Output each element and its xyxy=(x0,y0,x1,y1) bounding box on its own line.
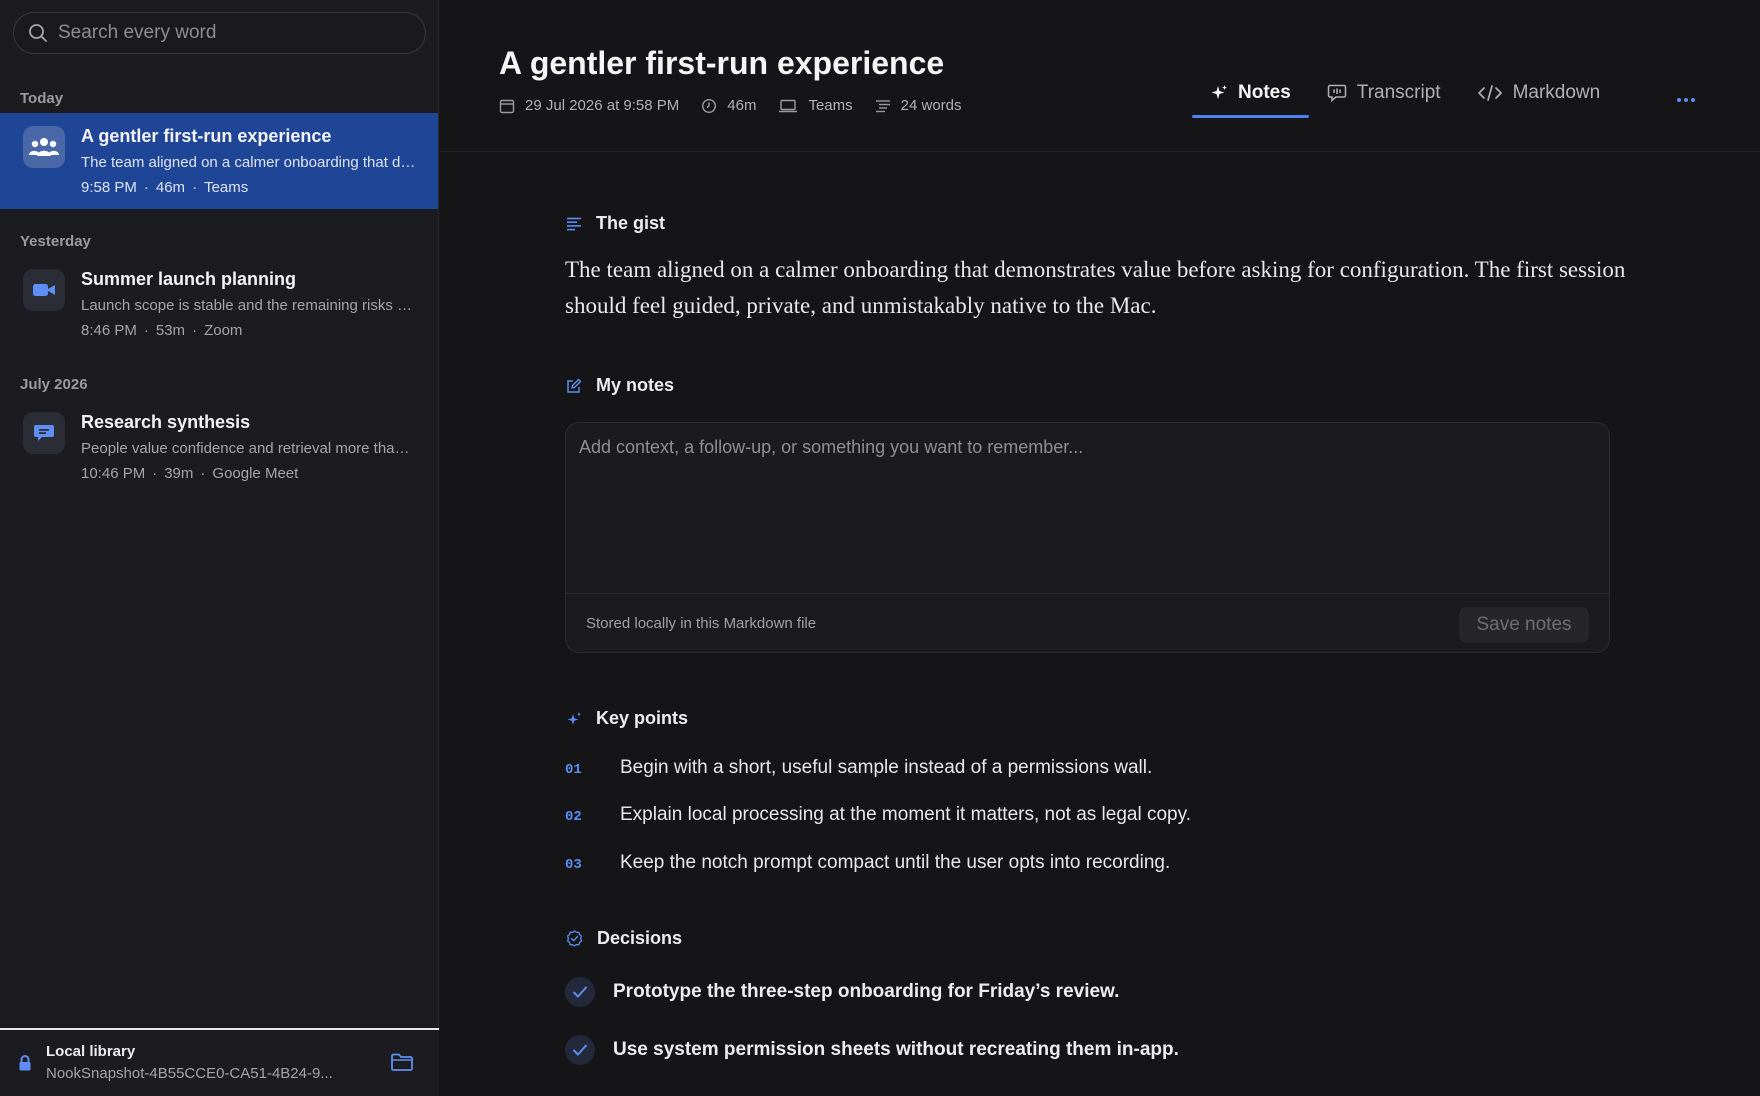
key-point-number: 02 xyxy=(565,809,582,825)
meeting-time: 8:46 PM xyxy=(81,322,137,339)
calendar-icon xyxy=(499,99,515,113)
duration-label: 46m xyxy=(727,97,757,114)
section-decisions-heading: Decisions xyxy=(566,928,682,949)
storage-note: Stored locally in this Markdown file xyxy=(586,615,817,632)
meta-date: 29 Jul 2026 at 9:58 PM xyxy=(499,97,679,114)
search-input[interactable] xyxy=(58,22,398,44)
tab-transcript[interactable]: Transcript xyxy=(1309,70,1459,116)
decision-item: Prototype the three-step onboarding for … xyxy=(565,977,1119,1007)
chat-bubble-icon xyxy=(23,412,65,454)
section-title: The gist xyxy=(596,213,666,233)
meeting-duration: 46m xyxy=(155,179,186,196)
library-footer: Local library NookSnapshot-4B55CCE0-CA51… xyxy=(0,1028,439,1096)
meeting-meta: 10:46 PM · 39m · Google Meet xyxy=(81,465,299,482)
key-point-text: Keep the notch prompt compact until the … xyxy=(620,852,1171,873)
section-title: My notes xyxy=(596,375,675,395)
decision-item: Use system permission sheets without rec… xyxy=(565,1035,1179,1065)
code-icon xyxy=(1477,85,1502,101)
badge-check-icon xyxy=(566,930,583,947)
key-point-number: 01 xyxy=(565,762,582,778)
tab-label: Transcript xyxy=(1356,82,1441,103)
section-gist-heading: The gist xyxy=(566,213,665,234)
save-notes-button[interactable]: Save notes xyxy=(1459,607,1589,643)
key-point-text: Begin with a short, useful sample instea… xyxy=(620,757,1153,778)
text-lines-icon xyxy=(875,99,890,112)
notes-editor: Stored locally in this Markdown file Sav… xyxy=(565,422,1610,653)
meta-platform: Teams xyxy=(778,97,853,114)
sparkle-icon xyxy=(567,711,581,725)
page-title: A gentler first-run experience xyxy=(499,45,945,81)
meeting-title: Summer launch planning xyxy=(81,269,297,289)
clock-icon xyxy=(702,98,717,113)
meeting-duration: 39m xyxy=(164,465,194,482)
view-tabs: Notes Transcript Markdown xyxy=(1192,70,1619,118)
decision-text: Use system permission sheets without rec… xyxy=(613,1039,1179,1060)
main-content: A gentler first-run experience 29 Jul 20… xyxy=(440,0,1760,1096)
lock-icon xyxy=(19,1055,31,1071)
search-icon xyxy=(29,24,47,42)
tab-notes[interactable]: Notes xyxy=(1192,70,1309,118)
meta-words: 24 words xyxy=(875,97,962,114)
sidebar: Today A gentler first-run experience The… xyxy=(0,0,439,1096)
meeting-title: A gentler first-run experience xyxy=(81,126,332,146)
key-point-item: 01 Begin with a short, useful sample ins… xyxy=(565,757,1152,779)
people-icon xyxy=(23,126,65,168)
section-title: Key points xyxy=(596,708,689,728)
group-label-july-2026: July 2026 xyxy=(20,376,88,393)
group-label-yesterday: Yesterday xyxy=(20,233,91,250)
meeting-time: 10:46 PM xyxy=(81,465,146,482)
section-title: Decisions xyxy=(597,928,683,948)
word-count-label: 24 words xyxy=(900,97,962,114)
meeting-platform: Google Meet xyxy=(212,465,299,482)
note-header: A gentler first-run experience 29 Jul 20… xyxy=(440,0,1760,152)
text-align-icon xyxy=(567,217,581,230)
meeting-summary: People value confidence and retrieval mo… xyxy=(81,440,416,457)
speech-bubble-icon xyxy=(1327,84,1347,103)
meeting-time: 9:58 PM xyxy=(81,179,137,196)
section-key-points-heading: Key points xyxy=(566,708,688,729)
key-point-text: Explain local processing at the moment i… xyxy=(620,804,1191,825)
platform-label: Teams xyxy=(808,97,853,114)
key-point-item: 03 Keep the notch prompt compact until t… xyxy=(565,852,1170,874)
tab-label: Notes xyxy=(1238,82,1291,103)
folder-icon[interactable] xyxy=(390,1052,414,1072)
more-options-icon[interactable] xyxy=(1676,96,1696,104)
video-camera-icon xyxy=(23,269,65,311)
search-field[interactable] xyxy=(13,12,426,54)
checkmark-icon xyxy=(565,977,595,1007)
meeting-item-summer-launch[interactable]: Summer launch planning Launch scope is s… xyxy=(0,256,438,352)
tab-label: Markdown xyxy=(1512,82,1601,103)
laptop-icon xyxy=(779,99,798,112)
meta-duration: 46m xyxy=(701,97,756,114)
edit-icon xyxy=(567,378,582,393)
notes-textarea[interactable] xyxy=(566,423,1609,593)
notes-footer: Stored locally in this Markdown file Sav… xyxy=(566,593,1609,653)
meeting-item-gentler-first-run[interactable]: A gentler first-run experience The team … xyxy=(0,113,438,209)
meeting-duration: 53m xyxy=(155,322,186,339)
meeting-meta: 9:58 PM · 46m · Teams xyxy=(81,179,249,196)
decision-text: Prototype the three-step onboarding for … xyxy=(613,981,1120,1002)
sparkle-icon xyxy=(1211,85,1227,99)
group-label-today: Today xyxy=(20,90,64,107)
date-label: 29 Jul 2026 at 9:58 PM xyxy=(525,97,680,114)
tab-markdown[interactable]: Markdown xyxy=(1459,70,1619,116)
meeting-meta: 8:46 PM · 53m · Zoom xyxy=(81,322,243,339)
library-title: Local library xyxy=(46,1043,136,1060)
note-meta: 29 Jul 2026 at 9:58 PM 46m Teams 24 word… xyxy=(499,97,984,114)
checkmark-icon xyxy=(565,1035,595,1065)
library-path: NookSnapshot-4B55CCE0-CA51-4B24-9... xyxy=(46,1065,333,1082)
meeting-summary: The team aligned on a calmer onboarding … xyxy=(81,154,416,171)
key-point-number: 03 xyxy=(565,857,582,873)
meeting-item-research-synthesis[interactable]: Research synthesis People value confiden… xyxy=(0,399,438,495)
key-point-item: 02 Explain local processing at the momen… xyxy=(565,804,1191,826)
meeting-platform: Teams xyxy=(204,179,249,196)
meeting-platform: Zoom xyxy=(204,322,243,339)
meeting-summary: Launch scope is stable and the remaining… xyxy=(81,297,416,314)
meeting-title: Research synthesis xyxy=(81,412,251,432)
section-notes-heading: My notes xyxy=(566,375,674,396)
gist-text: The team aligned on a calmer onboarding … xyxy=(565,257,1626,318)
